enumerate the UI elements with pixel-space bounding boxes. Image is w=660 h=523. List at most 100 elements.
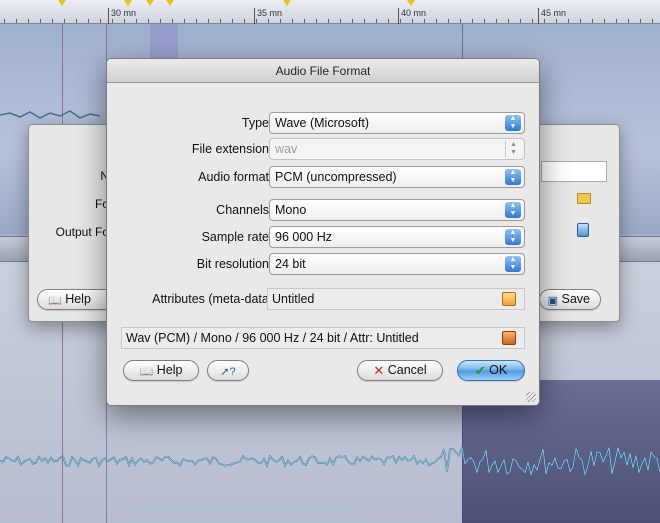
- file-extension-value: wav: [275, 142, 298, 156]
- ok-label: OK: [489, 363, 508, 377]
- ruler-tick: [292, 19, 293, 23]
- ruler-tick: [136, 19, 137, 23]
- type-value: Wave (Microsoft): [275, 116, 369, 130]
- ruler-tick: [508, 19, 509, 23]
- help-button[interactable]: 📖 Help: [123, 360, 199, 381]
- up-down-arrows-icon: ▲ ▼: [505, 115, 521, 131]
- help-label: Help: [156, 363, 183, 377]
- book-icon: 📖: [139, 366, 154, 378]
- ruler-tick: [472, 19, 473, 23]
- checkmark-icon: ✔: [474, 363, 486, 378]
- format-settings-icon[interactable]: [577, 223, 589, 237]
- ruler-tick: [628, 19, 629, 23]
- ruler-tick: [592, 19, 593, 23]
- attributes-field: Untitled: [267, 288, 525, 310]
- ruler-tick: [364, 19, 365, 23]
- audio-format-value: PCM (uncompressed): [275, 170, 397, 184]
- ruler-tick: [544, 19, 545, 23]
- channels-value: Mono: [275, 203, 307, 217]
- up-down-arrows-icon: ▲ ▼: [505, 229, 521, 245]
- bit-resolution-value: 24 bit: [275, 257, 306, 271]
- format-summary: Wav (PCM) / Mono / 96 000 Hz / 24 bit / …: [121, 327, 525, 349]
- ruler-tick: [448, 19, 449, 23]
- ruler-tick: [124, 19, 125, 23]
- presets-icon[interactable]: [502, 331, 516, 345]
- ruler-tick: [100, 19, 101, 23]
- marker-icon[interactable]: [407, 0, 415, 6]
- ruler-tick: [64, 19, 65, 23]
- ruler-tick: [640, 19, 641, 23]
- up-down-arrows-icon: ▲ ▼: [505, 256, 521, 272]
- waveform-lower: [0, 445, 660, 478]
- ruler-tick: [88, 19, 89, 23]
- ruler-tick: [484, 19, 485, 23]
- name-field[interactable]: [541, 161, 607, 182]
- type-label: Type: [241, 116, 269, 130]
- book-icon: 📖: [48, 295, 62, 307]
- save-label: Save: [561, 292, 591, 306]
- selection-highlight: [150, 24, 178, 60]
- ruler-tick: [520, 19, 521, 23]
- file-extension-label: File extension: [191, 142, 269, 156]
- bit-resolution-label: Bit resolution: [196, 257, 269, 271]
- ruler-tick: [172, 19, 173, 23]
- ruler-tick: [148, 19, 149, 23]
- ruler-tick: [652, 19, 653, 23]
- x-icon: ✕: [373, 363, 385, 378]
- ruler-tick: [184, 19, 185, 23]
- ruler-tick: [16, 19, 17, 23]
- up-down-arrows-icon: ▲ ▼: [505, 202, 521, 218]
- type-select[interactable]: Wave (Microsoft) ▲ ▼: [269, 112, 525, 134]
- up-down-arrows-icon: ▲ ▼: [505, 141, 521, 157]
- help-cursor-icon: ➚?: [220, 366, 236, 378]
- ruler-tick: [40, 19, 41, 23]
- marker-icon[interactable]: [58, 0, 66, 6]
- ruler-tick: [268, 19, 269, 23]
- format-summary-text: Wav (PCM) / Mono / 96 000 Hz / 24 bit / …: [126, 331, 419, 345]
- ruler-tick: [76, 19, 77, 23]
- bit-resolution-select[interactable]: 24 bit ▲ ▼: [269, 253, 525, 275]
- save-button[interactable]: ▣ Save: [539, 289, 601, 310]
- ruler-tick: [388, 19, 389, 23]
- ruler-label: 45 mn: [538, 8, 566, 24]
- ruler-tick: [460, 19, 461, 23]
- ruler-tick: [280, 19, 281, 23]
- ruler-tick: [604, 19, 605, 23]
- save-icon: ▣: [547, 295, 559, 307]
- time-ruler[interactable]: 30 mn 35 mn 40 mn 45 mn: [0, 0, 660, 24]
- marker-icon[interactable]: [166, 0, 174, 6]
- folder-icon[interactable]: [577, 193, 591, 204]
- ruler-tick: [208, 19, 209, 23]
- sample-rate-label: Sample rate: [201, 230, 269, 244]
- ruler-tick: [52, 19, 53, 23]
- ruler-tick: [160, 19, 161, 23]
- ruler-tick: [496, 19, 497, 23]
- marker-icon[interactable]: [124, 0, 132, 6]
- ruler-tick: [220, 19, 221, 23]
- resize-grip-icon[interactable]: [526, 392, 536, 402]
- attributes-value: Untitled: [272, 292, 315, 306]
- marker-icon[interactable]: [283, 0, 291, 6]
- ruler-tick: [556, 19, 557, 23]
- output-format-label: Output Fo: [55, 225, 109, 239]
- ruler-tick: [256, 19, 257, 23]
- ruler-tick: [580, 19, 581, 23]
- edit-attributes-icon[interactable]: [502, 292, 516, 306]
- ruler-tick: [400, 19, 401, 23]
- ruler-tick: [532, 19, 533, 23]
- sample-rate-select[interactable]: 96 000 Hz ▲ ▼: [269, 226, 525, 248]
- ruler-tick: [616, 19, 617, 23]
- assistant-button[interactable]: ➚?: [207, 360, 249, 381]
- channels-select[interactable]: Mono ▲ ▼: [269, 199, 525, 221]
- attributes-label: Attributes (meta-data): [152, 292, 273, 306]
- ruler-tick: [412, 19, 413, 23]
- cancel-button[interactable]: ✕ Cancel: [357, 360, 443, 381]
- ruler-tick: [340, 19, 341, 23]
- marker-icon[interactable]: [146, 0, 154, 6]
- audio-format-select[interactable]: PCM (uncompressed) ▲ ▼: [269, 166, 525, 188]
- back-help-label: Help: [65, 292, 91, 306]
- ok-button[interactable]: ✔ OK: [457, 360, 525, 381]
- ruler-tick: [352, 19, 353, 23]
- ruler-tick: [4, 19, 5, 23]
- ruler-tick: [232, 19, 233, 23]
